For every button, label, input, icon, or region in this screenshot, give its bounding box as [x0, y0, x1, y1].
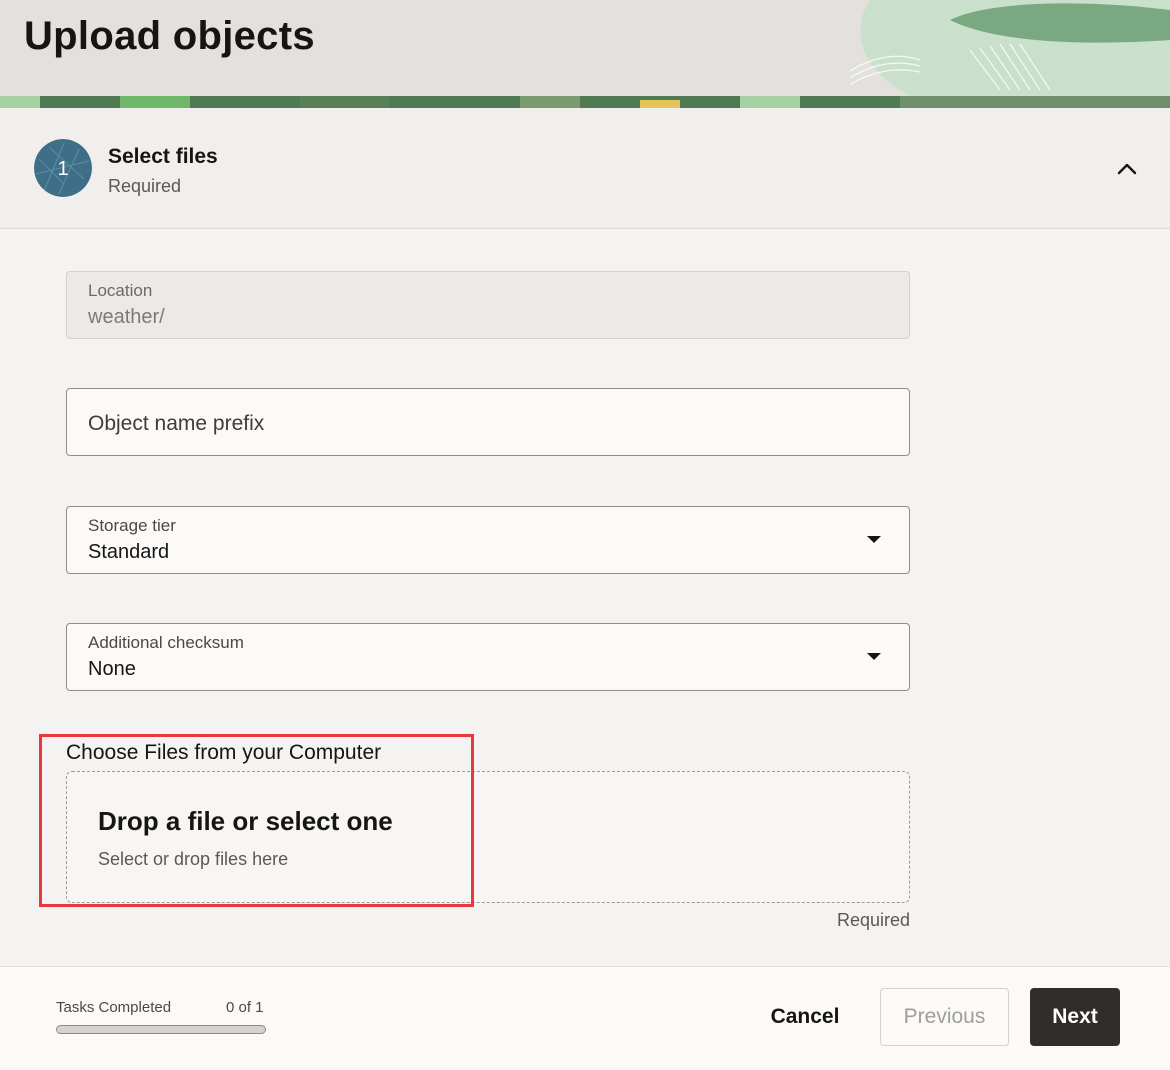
collapse-step-button[interactable] [1110, 152, 1144, 186]
location-field: Location weather/ [66, 271, 910, 339]
previous-button[interactable]: Previous [880, 988, 1009, 1046]
tasks-completed-count: 0 of 1 [226, 999, 264, 1016]
page-title: Upload objects [24, 14, 315, 58]
step-required-label: Required [108, 176, 182, 196]
additional-checksum-value: None [88, 658, 136, 680]
location-value: weather/ [88, 306, 165, 328]
decorative-band [0, 96, 1170, 108]
object-name-prefix-placeholder: Object name prefix [88, 412, 265, 435]
chevron-up-icon [1117, 163, 1137, 175]
step-badge: 1 [34, 139, 92, 197]
files-required-note: Required [836, 910, 910, 930]
decorative-leaf-art [850, 0, 1170, 96]
object-name-prefix-input[interactable]: Object name prefix [66, 388, 910, 456]
annotation-highlight-box [39, 734, 474, 907]
caret-down-icon [867, 536, 881, 543]
step-number: 1 [57, 158, 69, 180]
storage-tier-select[interactable]: Storage tier Standard [66, 506, 910, 574]
page-header: Upload objects [0, 0, 1170, 108]
location-label: Location [88, 281, 153, 300]
next-button[interactable]: Next [1030, 988, 1120, 1046]
tasks-progress-bar [56, 1025, 266, 1034]
additional-checksum-label: Additional checksum [88, 633, 244, 652]
storage-tier-label: Storage tier [88, 516, 176, 535]
cancel-button[interactable]: Cancel [758, 988, 852, 1046]
step-title: Select files [108, 145, 218, 168]
caret-down-icon [867, 653, 881, 660]
additional-checksum-select[interactable]: Additional checksum None [66, 623, 910, 691]
storage-tier-value: Standard [88, 541, 170, 563]
tasks-completed-label: Tasks Completed [56, 999, 172, 1016]
